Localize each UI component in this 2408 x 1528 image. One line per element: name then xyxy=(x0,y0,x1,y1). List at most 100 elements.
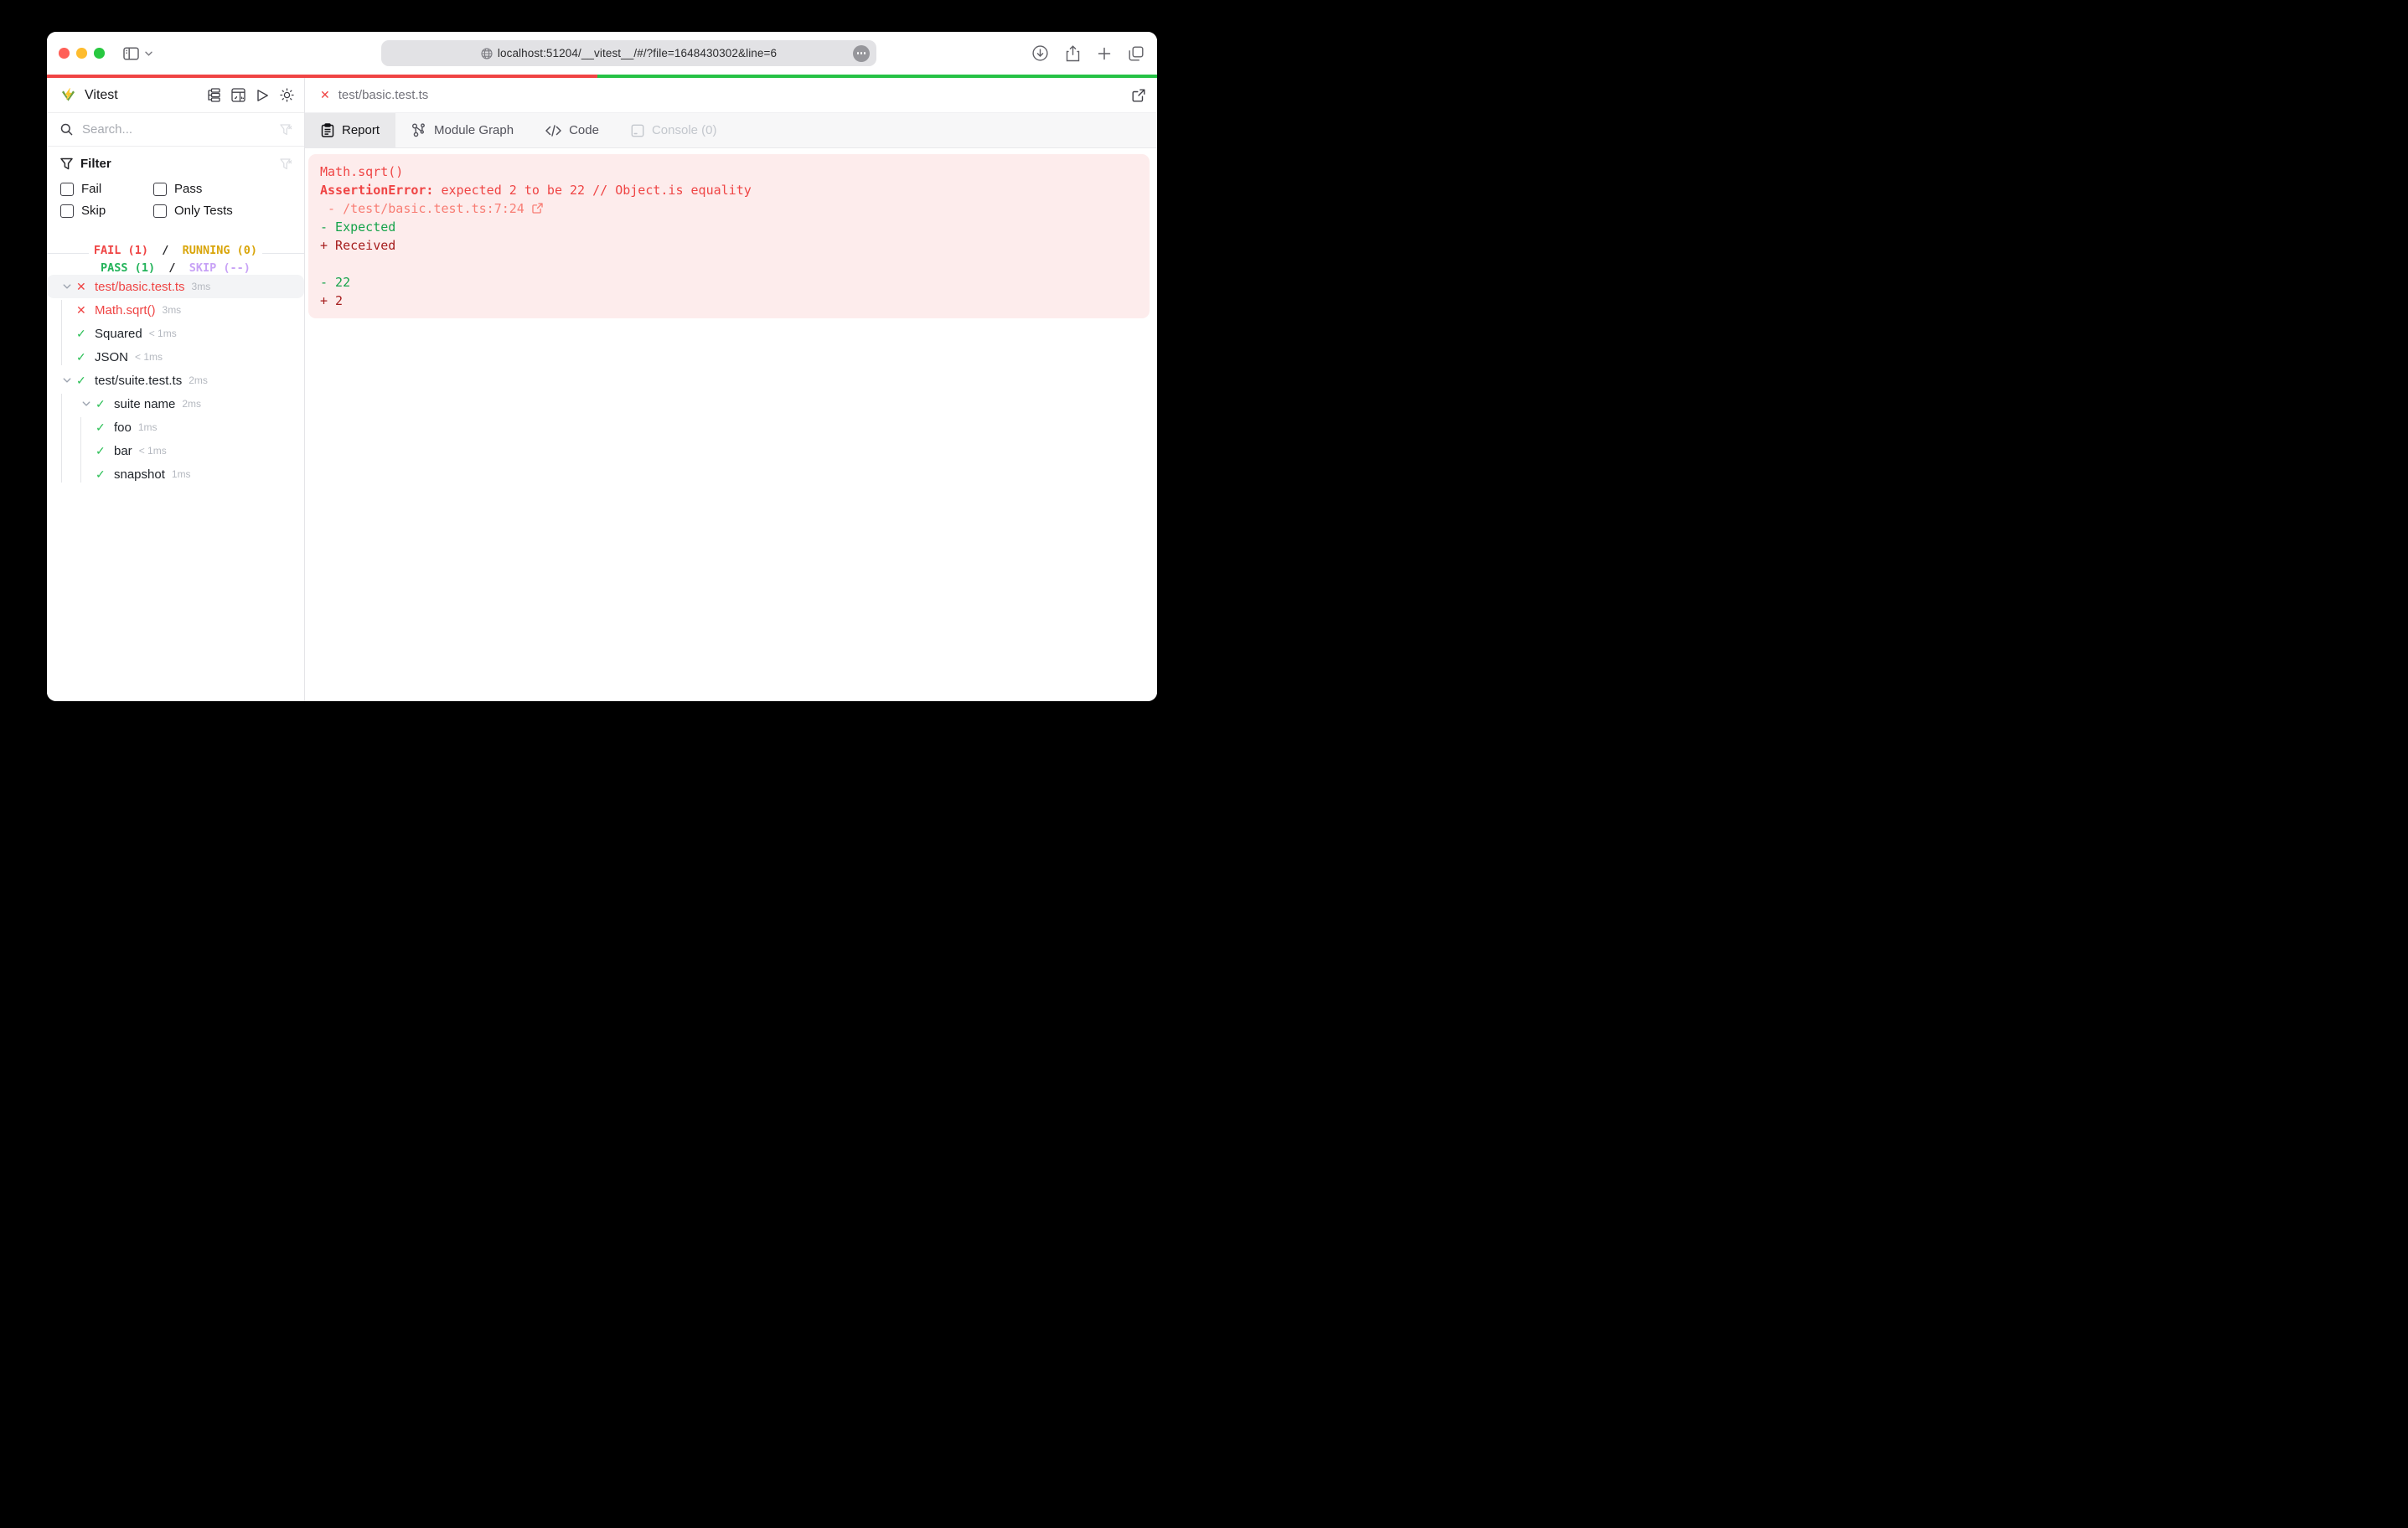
sidebar-header: Vitest xyxy=(47,78,304,113)
filter-checkbox-pass[interactable]: Pass xyxy=(153,182,292,196)
sidebar-toggle-icon[interactable] xyxy=(122,46,139,60)
pass-status-icon: ✓ xyxy=(96,443,106,457)
url-text: localhost:51204/__vitest__/#/?file=16484… xyxy=(497,47,778,59)
checkbox-icon[interactable] xyxy=(60,204,74,218)
filter-panel: Filter Fail Pass Skip Only Tests xyxy=(47,147,304,241)
error-text: + 2 xyxy=(320,293,344,308)
pass-status-icon: ✓ xyxy=(76,373,86,387)
tab-report[interactable]: Report xyxy=(305,113,396,147)
sidebar: Vitest Search... Filter Fail Pass Skip O… xyxy=(47,78,305,701)
test-summary: FAIL (1) / RUNNING (0) PASS (1) / SKIP (… xyxy=(47,241,304,275)
fail-status-icon: ✕ xyxy=(76,302,86,317)
globe-icon xyxy=(481,47,493,59)
download-icon[interactable] xyxy=(1032,45,1048,61)
error-text: expected 2 to be 22 // Object.is equalit… xyxy=(441,183,752,198)
external-link-icon[interactable] xyxy=(532,199,543,218)
address-bar[interactable]: localhost:51204/__vitest__/#/?file=16484… xyxy=(381,40,876,66)
test-duration: 1ms xyxy=(137,421,158,433)
tree-row[interactable]: ✕ test/basic.test.ts 3ms xyxy=(47,275,304,298)
tab-module-graph[interactable]: Module Graph xyxy=(395,113,530,147)
filter-checkbox-skip[interactable]: Skip xyxy=(60,204,153,218)
tab-label: Report xyxy=(342,123,380,137)
report-icon xyxy=(321,123,334,137)
tree-row[interactable]: ✓ bar < 1ms xyxy=(47,439,304,462)
test-duration: 1ms xyxy=(171,468,191,480)
test-name: suite name xyxy=(114,396,176,411)
tab-console-0: Console (0) xyxy=(615,113,733,147)
chevron-down-icon[interactable] xyxy=(144,51,152,56)
checkbox-label: Only Tests xyxy=(174,204,233,218)
search-input[interactable] xyxy=(80,121,272,137)
chevron-down-icon[interactable] xyxy=(57,281,76,292)
stack-frame-link[interactable]: - /test/basic.test.ts:7:24 xyxy=(320,201,532,216)
test-duration: 2ms xyxy=(189,374,208,386)
run-all-icon[interactable] xyxy=(256,89,269,102)
tree-row[interactable]: ✕ Math.sqrt() 3ms xyxy=(47,298,304,322)
minimize-window-button[interactable] xyxy=(76,48,87,59)
chevron-down-icon[interactable] xyxy=(57,375,76,385)
filter-checkbox-fail[interactable]: Fail xyxy=(60,182,153,196)
test-name: Squared xyxy=(95,326,142,341)
clear-filter-icon[interactable] xyxy=(280,157,292,170)
indent-guide xyxy=(61,394,62,483)
summary-skip: SKIP (--) xyxy=(189,261,251,275)
code-icon xyxy=(545,124,561,137)
chevron-down-icon[interactable] xyxy=(76,399,96,409)
error-report-line: + 2 xyxy=(320,292,1138,310)
share-icon[interactable] xyxy=(1066,44,1080,62)
search-icon xyxy=(60,123,73,136)
indent-guide xyxy=(80,417,81,483)
error-text: + Received xyxy=(320,238,396,253)
test-name: Math.sqrt() xyxy=(95,302,156,317)
test-name: bar xyxy=(114,443,132,458)
summary-pass: PASS (1) xyxy=(101,261,156,275)
tree-view-icon[interactable] xyxy=(206,88,220,102)
error-text: - 22 xyxy=(320,275,351,290)
funnel-icon xyxy=(60,157,73,170)
tree-row[interactable]: ✓ test/suite.test.ts 2ms xyxy=(47,369,304,392)
checkbox-label: Pass xyxy=(174,182,203,196)
report-view: Math.sqrt() AssertionError: expected 2 to… xyxy=(305,148,1157,701)
tree-row[interactable]: ✓ Squared < 1ms xyxy=(47,322,304,345)
test-tree: ✕ test/basic.test.ts 3ms ✕ Math.sqrt() 3ms ✓ Sq… xyxy=(47,275,304,701)
checkbox-icon[interactable] xyxy=(153,182,167,196)
error-text: AssertionError: xyxy=(320,183,442,198)
test-name: snapshot xyxy=(114,467,165,482)
file-header: ✕ test/basic.test.ts xyxy=(305,78,1157,113)
test-duration: < 1ms xyxy=(138,445,167,457)
toolbar-right-icons xyxy=(1032,32,1144,75)
clear-search-filter-icon[interactable] xyxy=(280,123,292,136)
error-report-line: Math.sqrt() xyxy=(320,163,1138,181)
tab-overview-icon[interactable] xyxy=(1129,46,1144,61)
open-in-new-window-icon[interactable] xyxy=(1132,89,1145,102)
error-report-line: - Expected xyxy=(320,218,1138,236)
error-report-line: AssertionError: expected 2 to be 22 // O… xyxy=(320,181,1138,199)
browser-toolbar: localhost:51204/__vitest__/#/?file=16484… xyxy=(47,32,1157,75)
browser-window: localhost:51204/__vitest__/#/?file=16484… xyxy=(47,32,1157,701)
theme-toggle-icon[interactable] xyxy=(280,88,294,102)
ellipsis-icon[interactable] xyxy=(853,44,870,62)
checkbox-icon[interactable] xyxy=(60,182,74,196)
tree-row[interactable]: ✓ JSON < 1ms xyxy=(47,345,304,369)
dashboard-icon[interactable] xyxy=(231,88,245,102)
summary-fail: FAIL (1) xyxy=(93,244,148,257)
tree-row[interactable]: ✓ snapshot 1ms xyxy=(47,462,304,486)
tree-row[interactable]: ✓ suite name 2ms xyxy=(47,392,304,416)
indent-guide xyxy=(61,300,62,365)
error-report-line: - 22 xyxy=(320,273,1138,292)
tree-row[interactable]: ✓ foo 1ms xyxy=(47,416,304,439)
checkbox-label: Skip xyxy=(81,204,106,218)
filter-checkbox-only-tests[interactable]: Only Tests xyxy=(153,204,292,218)
new-tab-icon[interactable] xyxy=(1098,47,1111,60)
test-name: test/basic.test.ts xyxy=(95,279,185,294)
zoom-window-button[interactable] xyxy=(94,48,105,59)
checkbox-icon[interactable] xyxy=(153,204,167,218)
checkbox-label: Fail xyxy=(81,182,102,196)
tab-label: Module Graph xyxy=(434,123,514,137)
tab-label: Console (0) xyxy=(651,123,717,137)
close-window-button[interactable] xyxy=(59,48,70,59)
filter-title: Filter xyxy=(80,157,111,171)
tab-code[interactable]: Code xyxy=(530,113,615,147)
view-tabs: Report Module Graph Code Console (0) xyxy=(305,113,1157,148)
test-duration: < 1ms xyxy=(148,328,177,339)
